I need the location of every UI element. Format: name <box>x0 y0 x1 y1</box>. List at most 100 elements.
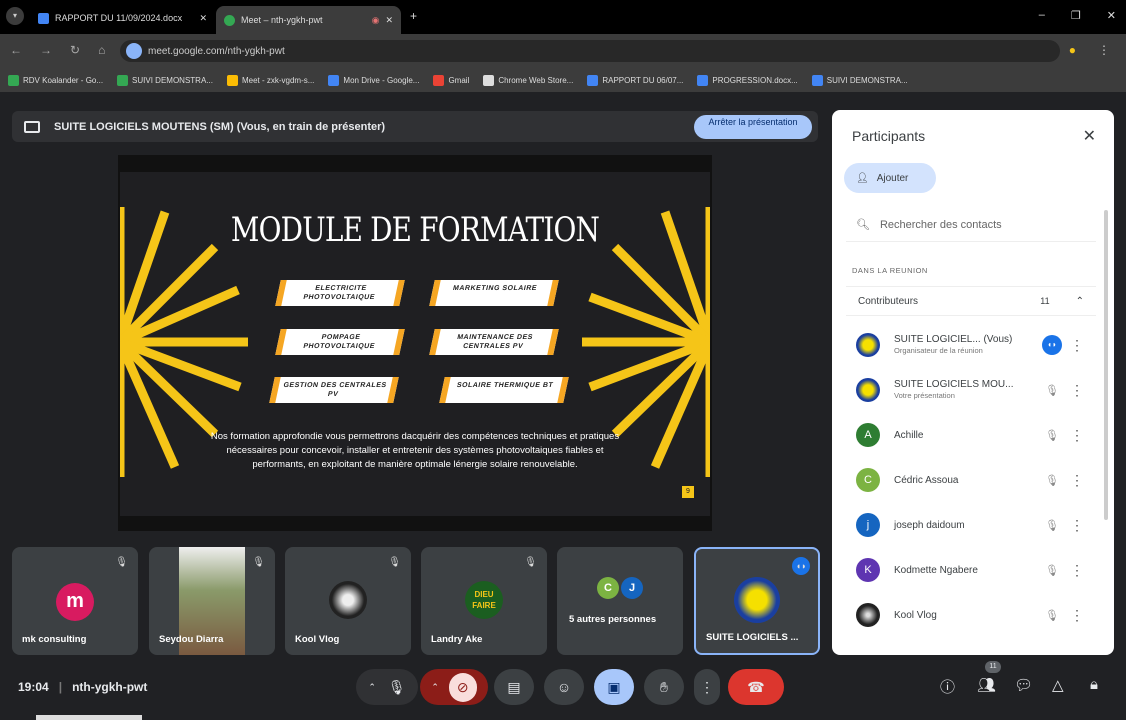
avatar-logo <box>734 577 780 623</box>
bookmark-label: Mon Drive - Google... <box>343 75 420 85</box>
taskbar-strip <box>36 715 142 720</box>
mic-off-icon: 🎙︎ <box>252 557 265 568</box>
back-icon[interactable]: ← <box>10 43 22 57</box>
participant-row[interactable]: K Kodmette Ngabere 🎙︎ ⋮ <box>856 550 1092 590</box>
participant-row[interactable]: SUITE LOGICIEL... (Vous) Organisateur de … <box>856 325 1092 365</box>
meeting-info: 19:04 | nth-ygkh-pwt <box>18 680 148 694</box>
bookmark-label: RAPPORT DU 06/07... <box>602 75 684 85</box>
menu-icon[interactable]: ⋮ <box>1098 43 1110 57</box>
presentation-slide: MODULE DE FORMATION ELECTRICITE PHOTOVOL… <box>120 172 710 516</box>
participant-row[interactable]: SUITE LOGICIELS MOU... Votre présentation… <box>856 370 1092 410</box>
participant-tile[interactable]: 🎙︎ Seydou Diarra <box>149 547 275 655</box>
avatar: j <box>856 513 880 537</box>
bookmark-item[interactable]: RDV Koalander - Go... <box>8 74 104 86</box>
clock-time: 19:04 <box>18 680 49 694</box>
bookmark-item[interactable]: SUIVI DEMONSTRA... <box>117 74 213 86</box>
participant-row[interactable]: C Cédric Assoua 🎙︎ ⋮ <box>856 460 1092 500</box>
more-vert-icon[interactable]: ⋮ <box>1062 382 1092 399</box>
more-vert-icon[interactable]: ⋮ <box>1062 562 1092 579</box>
avatar <box>856 378 880 402</box>
add-people-button[interactable]: 👤︎ Ajouter <box>844 163 936 193</box>
camera-button[interactable]: ⌃ ⊘ <box>420 669 488 705</box>
bookmark-item[interactable]: SUIVI DEMONSTRA... <box>811 74 908 86</box>
mic-off-icon: 🎙︎ <box>1045 519 1059 532</box>
participant-name: Landry Ake <box>431 634 483 645</box>
bookmark-item[interactable]: Meet - zxk-vgdm-s... <box>226 74 314 86</box>
present-icon: ▣ <box>607 678 621 695</box>
tab-rapport[interactable]: RAPPORT DU 11/09/2024.docx ✕ <box>30 6 215 30</box>
tab-search-button[interactable]: ▾ <box>6 7 24 25</box>
url-bar[interactable]: meet.google.com/nth-ygkh-pwt <box>120 40 1060 62</box>
more-vert-icon[interactable]: ⋮ <box>1062 607 1092 624</box>
module-card: MARKETING SOLAIRE <box>429 280 559 306</box>
present-button[interactable]: ▣ <box>594 669 634 705</box>
bookmark-item[interactable]: Mon Drive - Google... <box>328 74 420 86</box>
participant-role: Organisateur de la réunion <box>894 346 983 355</box>
new-tab-button[interactable]: + <box>410 9 417 23</box>
docs-icon <box>38 12 49 24</box>
bookmark-label: SUIVI DEMONSTRA... <box>826 75 908 85</box>
avatar: K <box>856 558 880 582</box>
site-info-icon[interactable] <box>126 43 142 59</box>
chevron-up-icon[interactable]: ⌃ <box>431 682 439 693</box>
more-vert-icon[interactable]: ⋮ <box>1062 517 1092 534</box>
restore-button[interactable]: ❐ <box>1071 9 1081 22</box>
section-label: DANS LA REUNION <box>852 266 928 275</box>
more-vert-icon[interactable]: ⋮ <box>1062 337 1092 354</box>
bookmark-label: PROGRESSION.docx... <box>712 75 798 85</box>
panel-scrollbar[interactable] <box>1104 210 1108 520</box>
emoji-button[interactable]: ☺ <box>544 669 584 705</box>
more-vert-icon[interactable]: ⋮ <box>1062 427 1092 444</box>
search-contacts-input[interactable]: 🔍︎ Rechercher des contacts <box>846 208 1096 242</box>
meet-icon <box>224 14 235 26</box>
group-label: Contributeurs <box>858 295 919 307</box>
bookmark-item[interactable]: RAPPORT DU 06/07... <box>587 74 684 86</box>
self-tile[interactable]: ◖◗ SUITE LOGICIELS ... <box>694 547 820 655</box>
slide-description: Nos formation approfondie vous permettro… <box>210 431 620 470</box>
close-window-button[interactable]: ✕ <box>1107 9 1116 22</box>
mic-off-icon: 🎙︎ <box>1045 384 1059 397</box>
close-panel-button[interactable]: ✕ <box>1083 126 1096 146</box>
participant-tile[interactable]: DIEU FAIRE 🎙︎ Landry Ake <box>421 547 547 655</box>
host-controls-icon[interactable]: 🔒︎ <box>1090 676 1098 693</box>
avatar: J <box>621 577 643 599</box>
meeting-details-icon[interactable]: ⓘ <box>940 676 955 697</box>
participant-name: Kool Vlog <box>894 609 937 621</box>
participant-row[interactable]: j joseph daidoum 🎙︎ ⋮ <box>856 505 1092 545</box>
raise-hand-button[interactable]: ✋︎ <box>644 669 684 705</box>
participant-row[interactable]: A Achille 🎙︎ ⋮ <box>856 415 1092 455</box>
participant-tile[interactable]: 🎙︎ Kool Vlog <box>285 547 411 655</box>
microphone-button[interactable]: ⌃ 🎙︎ <box>356 669 418 705</box>
bookmark-item[interactable]: PROGRESSION.docx... <box>697 74 798 86</box>
mic-off-icon: 🎙︎ <box>1045 429 1059 442</box>
home-icon[interactable]: ⌂ <box>98 43 105 57</box>
captions-button[interactable]: ▤ <box>494 669 534 705</box>
close-icon[interactable]: ✕ <box>199 13 207 24</box>
profile-avatar[interactable]: ● <box>1069 43 1076 57</box>
minimize-button[interactable]: – <box>1039 9 1045 22</box>
leave-call-button[interactable]: ☎︎ <box>728 669 784 705</box>
bookmark-favicon-icon <box>8 74 19 86</box>
participant-tile[interactable]: m 🎙︎ mk consulting <box>12 547 138 655</box>
forward-icon[interactable]: → <box>40 43 52 57</box>
bookmark-item[interactable]: Gmail <box>433 74 469 86</box>
bookmark-favicon-icon <box>697 74 709 86</box>
tab-meet[interactable]: Meet – nth-ygkh-pwt ◉ ✕ <box>216 6 401 34</box>
people-icon[interactable]: 👥︎ <box>977 676 996 694</box>
others-tile[interactable]: C J 5 autres personnes <box>557 547 683 655</box>
add-label: Ajouter <box>876 172 909 184</box>
activities-icon[interactable]: △ <box>1052 676 1064 694</box>
chevron-up-icon[interactable]: ⌃ <box>1076 296 1084 307</box>
bookmark-label: RDV Koalander - Go... <box>23 75 104 85</box>
close-icon[interactable]: ✕ <box>385 15 393 26</box>
stop-presenting-button[interactable]: Arrêter la présentation <box>694 115 812 139</box>
chat-icon[interactable]: 💬︎ <box>1014 676 1033 694</box>
more-options-button[interactable]: ⋮ <box>694 669 720 705</box>
participant-row[interactable]: Kool Vlog 🎙︎ ⋮ <box>856 595 1092 635</box>
bookmark-item[interactable]: Chrome Web Store... <box>483 74 573 86</box>
reload-icon[interactable]: ↻ <box>70 43 80 57</box>
contributors-group-header[interactable]: Contributeurs 11 ⌃ <box>846 286 1096 316</box>
others-count-label: 5 autres personnes <box>569 614 657 625</box>
more-vert-icon[interactable]: ⋮ <box>1062 472 1092 489</box>
chevron-up-icon[interactable]: ⌃ <box>368 682 376 693</box>
